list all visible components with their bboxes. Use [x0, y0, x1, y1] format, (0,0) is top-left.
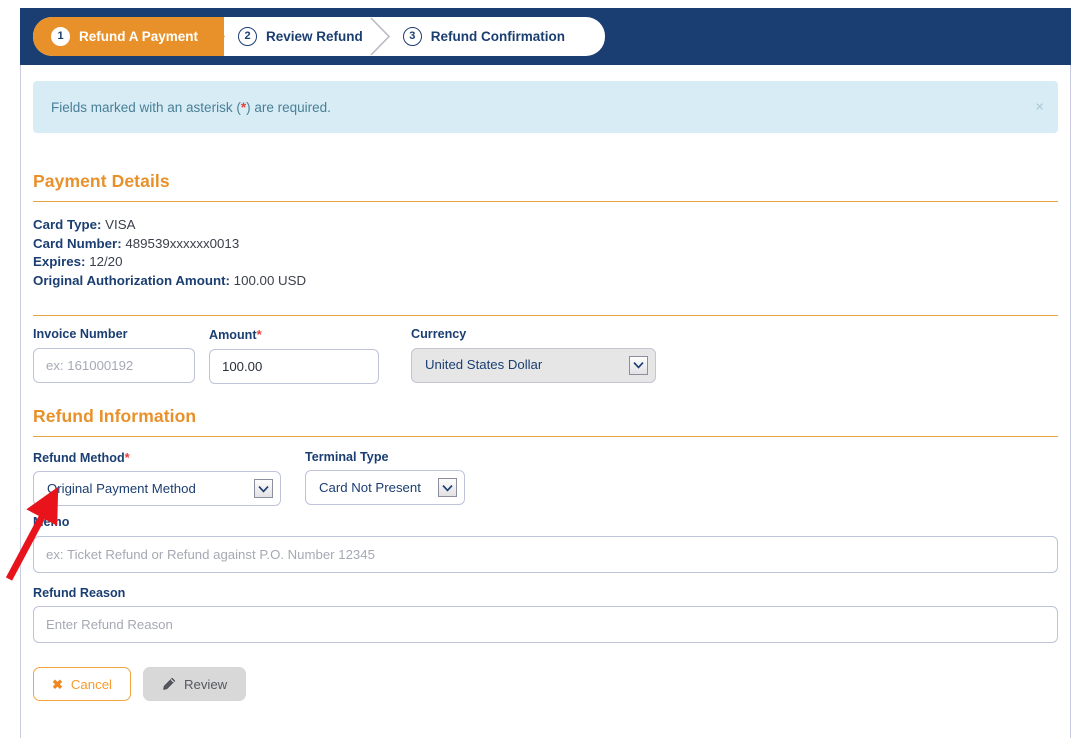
- step-chevron-icon: [370, 17, 390, 56]
- detail-card-number: Card Number: 489539xxxxxx0013: [33, 235, 1058, 253]
- detail-key: Original Authorization Amount:: [33, 273, 230, 288]
- amount-input[interactable]: [209, 349, 379, 384]
- section-divider: [33, 201, 1058, 202]
- detail-value: 100.00 USD: [234, 273, 306, 288]
- step-label: Refund A Payment: [79, 30, 198, 44]
- step-label: Refund Confirmation: [431, 30, 565, 44]
- refund-reason-field: Refund Reason: [33, 587, 1058, 644]
- banner-text-after: ) are required.: [246, 100, 331, 115]
- refund-payment-page: 1 Refund A Payment 2 Review Refund: [0, 0, 1092, 754]
- step-item-review-refund[interactable]: 2 Review Refund: [224, 17, 389, 56]
- close-icon: ✖: [52, 678, 63, 691]
- amount-label: Amount*: [209, 328, 379, 342]
- banner-message: Fields marked with an asterisk (*) are r…: [51, 100, 331, 115]
- chevron-down-icon: [438, 478, 457, 497]
- refund-method-label: Refund Method*: [33, 451, 281, 465]
- detail-original-authorization-amount: Original Authorization Amount: 100.00 US…: [33, 272, 1058, 290]
- refund-information-heading: Refund Information: [33, 406, 1058, 427]
- currency-field: Currency United States Dollar: [411, 328, 656, 383]
- terminal-type-select[interactable]: Card Not Present: [305, 470, 465, 505]
- chevron-down-icon: [254, 479, 273, 498]
- refund-reason-input[interactable]: [33, 606, 1058, 643]
- invoice-number-field: Invoice Number: [33, 328, 195, 383]
- required-asterisk: *: [257, 327, 262, 342]
- required-fields-banner: Fields marked with an asterisk (*) are r…: [33, 81, 1058, 133]
- amount-field: Amount*: [209, 328, 379, 384]
- section-divider: [33, 436, 1058, 437]
- required-asterisk: *: [125, 450, 130, 465]
- terminal-type-selected-value: Card Not Present: [319, 481, 428, 494]
- step-progress-bar: 1 Refund A Payment 2 Review Refund: [33, 17, 605, 56]
- cancel-button[interactable]: ✖ Cancel: [33, 667, 131, 701]
- detail-key: Card Type:: [33, 217, 101, 232]
- step-item-refund-confirmation[interactable]: 3 Refund Confirmation: [389, 17, 591, 56]
- pencil-icon: [162, 677, 176, 691]
- form-actions: ✖ Cancel Review: [33, 667, 1058, 701]
- terminal-type-label: Terminal Type: [305, 451, 465, 464]
- refund-method-select[interactable]: Original Payment Method: [33, 471, 281, 506]
- step-item-refund-a-payment[interactable]: 1 Refund A Payment: [33, 17, 224, 56]
- review-button[interactable]: Review: [143, 667, 246, 701]
- detail-key: Card Number:: [33, 236, 122, 251]
- detail-value: 489539xxxxxx0013: [125, 236, 239, 251]
- memo-field: Memo: [33, 516, 1058, 573]
- detail-value: 12/20: [89, 254, 122, 269]
- wizard-header: 1 Refund A Payment 2 Review Refund: [20, 8, 1071, 65]
- close-icon[interactable]: ×: [1035, 100, 1044, 115]
- step-chevron-icon: [205, 17, 225, 56]
- refund-method-label-text: Refund Method: [33, 451, 125, 465]
- memo-label: Memo: [33, 516, 1058, 529]
- terminal-type-field: Terminal Type Card Not Present: [305, 451, 465, 506]
- memo-input[interactable]: [33, 536, 1058, 573]
- refund-form-row: Refund Method* Original Payment Method T…: [33, 451, 1058, 507]
- refund-reason-label: Refund Reason: [33, 587, 1058, 600]
- refund-method-selected-value: Original Payment Method: [47, 482, 244, 495]
- chevron-down-icon: [629, 356, 648, 375]
- currency-selected-value: United States Dollar: [425, 358, 619, 371]
- banner-text-before: Fields marked with an asterisk (: [51, 100, 241, 115]
- step-number-badge: 3: [403, 27, 422, 46]
- detail-expires: Expires: 12/20: [33, 253, 1058, 271]
- amount-label-text: Amount: [209, 328, 257, 342]
- invoice-number-label: Invoice Number: [33, 328, 195, 341]
- detail-card-type: Card Type: VISA: [33, 216, 1058, 234]
- step-label: Review Refund: [266, 30, 363, 44]
- detail-key: Expires:: [33, 254, 85, 269]
- step-number-badge: 2: [238, 27, 257, 46]
- section-divider: [33, 315, 1058, 316]
- detail-value: VISA: [105, 217, 135, 232]
- invoice-number-input[interactable]: [33, 348, 195, 383]
- payment-form-row: Invoice Number Amount* Currency United S…: [33, 328, 1058, 384]
- step-number-badge: 1: [51, 27, 70, 46]
- payment-details-heading: Payment Details: [33, 171, 1058, 192]
- currency-select: United States Dollar: [411, 348, 656, 383]
- payment-details-list: Card Type: VISA Card Number: 489539xxxxx…: [33, 216, 1058, 289]
- review-button-label: Review: [184, 678, 227, 691]
- refund-method-field: Refund Method* Original Payment Method: [33, 451, 281, 507]
- page-body: Fields marked with an asterisk ( * ) are r…: [21, 65, 1070, 738]
- currency-label: Currency: [411, 328, 656, 341]
- cancel-button-label: Cancel: [71, 678, 112, 691]
